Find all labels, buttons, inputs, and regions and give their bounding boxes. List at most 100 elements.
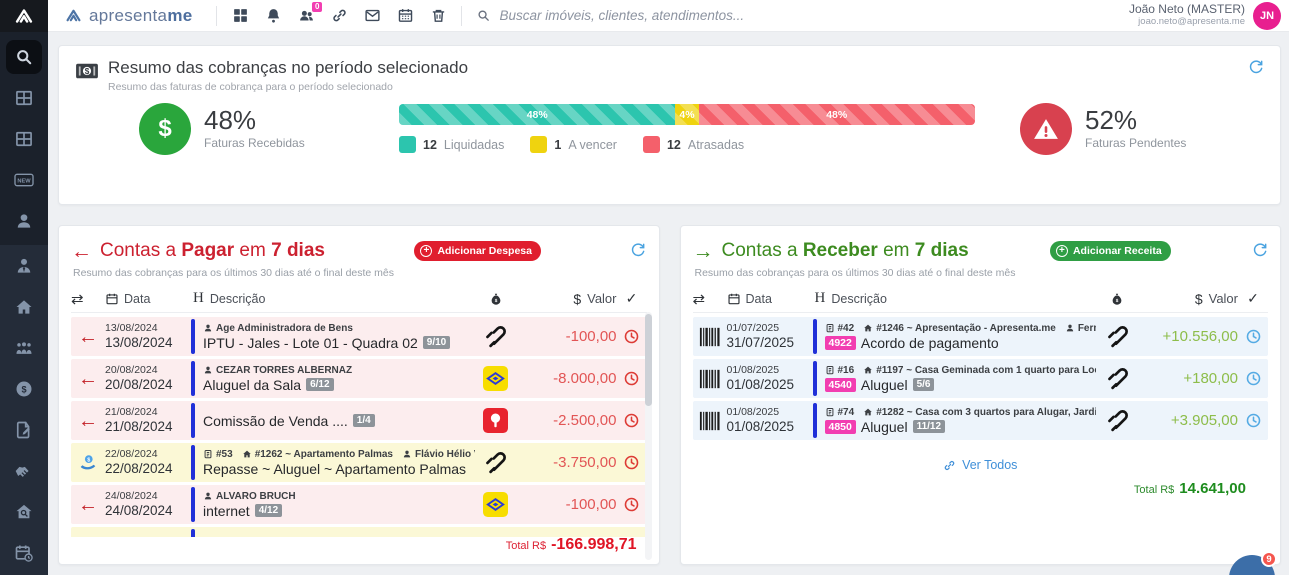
col-date[interactable]: Data xyxy=(124,292,150,306)
swap-icon[interactable]: ⇄ xyxy=(693,290,727,308)
col-value[interactable]: Valor xyxy=(587,291,616,306)
clock-icon[interactable] xyxy=(617,328,647,345)
col-value[interactable]: Valor xyxy=(1209,291,1238,306)
sidebar-item-clients[interactable] xyxy=(0,245,48,286)
app-logo[interactable] xyxy=(0,0,48,32)
refresh-icon[interactable] xyxy=(1252,242,1268,261)
search-icon xyxy=(14,47,34,67)
link-icon xyxy=(943,459,956,472)
brand-logo[interactable]: apresentame xyxy=(48,6,206,26)
payable-row[interactable]: ← 24/08/202424/08/2024 ALVARO BRUCH inte… xyxy=(71,485,647,524)
clock-icon[interactable] xyxy=(617,370,647,387)
svg-text:$: $ xyxy=(494,297,497,302)
scrollbar[interactable] xyxy=(645,312,652,560)
person-icon xyxy=(203,365,213,375)
grid-icon xyxy=(232,7,249,24)
legend-swatch xyxy=(530,136,547,153)
payable-row[interactable]: ← 20/08/202420/08/2024 CEZAR TORRES ALBE… xyxy=(71,359,647,398)
sidebar-item-property-search[interactable] xyxy=(0,491,48,532)
heading-icon: H xyxy=(815,290,826,307)
receivables-title: Contas a Receber em 7 dias xyxy=(722,240,969,262)
sidebar-item-search[interactable] xyxy=(0,36,48,77)
swap-icon[interactable]: ⇄ xyxy=(71,290,105,308)
clock-icon[interactable] xyxy=(1238,412,1268,429)
installment-badge: 1/4 xyxy=(353,414,375,427)
row-accent-bar xyxy=(813,361,817,396)
pix-icon xyxy=(1096,366,1138,391)
payable-row[interactable]: $ 22/08/202422/08/2024 #53#1262 ~ Aparta… xyxy=(71,443,647,482)
receivable-row[interactable]: 01/08/202501/08/2025 #74#1282 ~ Casa com… xyxy=(693,401,1269,440)
clock-icon[interactable] xyxy=(617,412,647,429)
row-accent-bar xyxy=(813,403,817,438)
view-all-link[interactable]: Ver Todos xyxy=(693,458,1269,472)
house-icon xyxy=(242,449,252,459)
clock-icon[interactable] xyxy=(617,496,647,513)
check-icon[interactable]: ✓ xyxy=(617,290,647,307)
trash-icon xyxy=(430,7,447,24)
add-income-button[interactable]: +Adicionar Receita xyxy=(1050,241,1171,261)
col-desc[interactable]: Descrição xyxy=(210,292,266,306)
sidebar-item-new[interactable]: NEW xyxy=(0,159,48,200)
payable-row[interactable]: ← 13/08/202413/08/2024 Age Administrador… xyxy=(71,317,647,356)
doc-icon xyxy=(203,449,213,459)
sidebar-item-panels[interactable] xyxy=(0,118,48,159)
summary-subtitle: Resumo das faturas de cobrança para o pe… xyxy=(108,81,468,93)
check-icon[interactable]: ✓ xyxy=(1238,290,1268,307)
calendar-button[interactable] xyxy=(392,3,418,29)
money-bag-icon[interactable]: $ xyxy=(1096,292,1138,306)
money-bag-icon[interactable]: $ xyxy=(475,292,517,306)
sidebar-item-leads[interactable] xyxy=(0,327,48,368)
scrollbar-thumb[interactable] xyxy=(645,314,652,406)
clock-icon[interactable] xyxy=(1238,370,1268,387)
people-icon xyxy=(14,338,34,358)
receivable-row[interactable]: 01/08/202501/08/2025 #16#1197 ~ Casa Gem… xyxy=(693,359,1269,398)
sidebar-item-contracts[interactable] xyxy=(0,409,48,450)
payable-row[interactable]: ← 21/08/202421/08/2024 Comissão de Venda… xyxy=(71,401,647,440)
legend-swatch xyxy=(399,136,416,153)
sidebar-item-properties[interactable] xyxy=(0,286,48,327)
avatar[interactable]: JN xyxy=(1253,2,1281,30)
house-icon xyxy=(863,323,873,333)
id-badge: 4922 xyxy=(825,336,856,350)
sidebar-item-profile[interactable] xyxy=(0,200,48,241)
sidebar-item-schedule[interactable] xyxy=(0,532,48,573)
legend-item: 12Liquidadas xyxy=(399,136,504,153)
refresh-icon[interactable] xyxy=(1248,59,1264,78)
legend-item: 1A vencer xyxy=(530,136,617,153)
calendar-clock-icon xyxy=(14,543,34,563)
clock-icon[interactable] xyxy=(617,454,647,471)
col-desc[interactable]: Descrição xyxy=(831,292,887,306)
receivables-card: → Contas a Receber em 7 dias +Adicionar … xyxy=(680,225,1282,565)
installment-badge: 6/12 xyxy=(306,378,333,391)
payables-total: -166.998,71 xyxy=(551,536,636,554)
dollar-icon: $ xyxy=(1195,291,1203,307)
calendar-icon xyxy=(397,7,414,24)
doc-icon xyxy=(825,323,835,333)
clock-icon[interactable] xyxy=(1238,328,1268,345)
barcode-icon xyxy=(693,411,727,431)
row-value: +10.556,00 xyxy=(1138,328,1238,345)
notifications-button[interactable] xyxy=(260,3,286,29)
mail-button[interactable] xyxy=(359,3,385,29)
row-description: Comissão de Venda .... xyxy=(203,413,348,429)
search-input[interactable] xyxy=(499,8,799,23)
contacts-button[interactable]: 0 xyxy=(293,3,319,29)
new-badge-icon: NEW xyxy=(14,170,34,190)
bar-segment: 48% xyxy=(699,104,975,125)
pix-icon xyxy=(1096,408,1138,433)
refresh-icon[interactable] xyxy=(630,242,646,261)
user-menu[interactable]: João Neto (MASTER) joao.neto@apresenta.m… xyxy=(1129,2,1289,30)
user-email: joao.neto@apresenta.me xyxy=(1129,17,1245,28)
links-button[interactable] xyxy=(326,3,352,29)
trash-button[interactable] xyxy=(425,3,451,29)
col-date[interactable]: Data xyxy=(746,292,772,306)
doc-edit-icon xyxy=(14,420,34,440)
sidebar-item-finance[interactable]: $ xyxy=(0,368,48,409)
sidebar-item-dashboard[interactable] xyxy=(0,77,48,118)
add-expense-button[interactable]: +Adicionar Despesa xyxy=(414,241,541,261)
row-accent-bar xyxy=(191,319,195,354)
sidebar-item-deals[interactable] xyxy=(0,450,48,491)
apps-grid-button[interactable] xyxy=(227,3,253,29)
receivable-row[interactable]: 01/07/202531/07/2025 #42#1246 ~ Apresent… xyxy=(693,317,1269,356)
person-icon xyxy=(203,491,213,501)
